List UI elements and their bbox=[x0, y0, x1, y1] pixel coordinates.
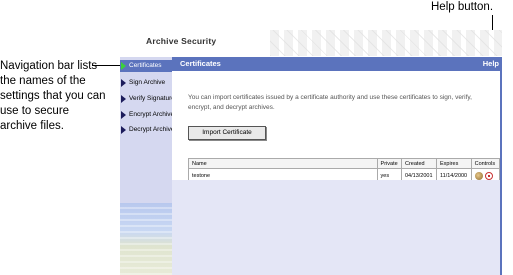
column-header-name: Name bbox=[188, 158, 378, 169]
sidebar-graphic bbox=[120, 203, 172, 275]
sidebar-item-label: Verify Signature bbox=[129, 95, 175, 102]
arrow-icon bbox=[121, 95, 126, 103]
sidebar-item-label: Certificates bbox=[129, 62, 162, 69]
description-text: You can import certificates issued by a … bbox=[188, 94, 472, 111]
callout-line: archive files. bbox=[0, 120, 64, 132]
sidebar-item-decrypt-archive[interactable]: Decrypt Archive bbox=[120, 124, 175, 136]
page-title: Certificates bbox=[180, 59, 221, 68]
callout-line: the names of the bbox=[0, 75, 86, 87]
app-window: Archive Security Certificates Sign Archi… bbox=[120, 30, 502, 275]
sidebar-item-verify-signature[interactable]: Verify Signature bbox=[120, 93, 175, 105]
header-bar: Certificates Help bbox=[172, 57, 502, 71]
arrow-icon bbox=[121, 111, 126, 119]
right-border bbox=[500, 57, 502, 275]
arrow-icon bbox=[121, 62, 126, 70]
sidebar-item-certificates[interactable]: Certificates bbox=[120, 60, 172, 72]
callout-line: use to secure bbox=[0, 105, 70, 117]
content-lower-panel bbox=[172, 180, 502, 275]
sidebar-item-sign-archive[interactable]: Sign Archive bbox=[120, 77, 172, 89]
arrow-icon bbox=[121, 126, 126, 134]
column-header-private: Private bbox=[376, 158, 403, 169]
arrow-icon bbox=[121, 79, 126, 87]
sidebar-item-label: Encrypt Archive bbox=[129, 111, 175, 118]
window-title: Archive Security bbox=[146, 36, 217, 46]
navigation-bar: Certificates Sign Archive Verify Signatu… bbox=[120, 57, 175, 275]
delete-icon[interactable] bbox=[484, 171, 493, 180]
title-bar: Archive Security bbox=[120, 30, 502, 56]
callout-line: settings that you can bbox=[0, 90, 106, 102]
callout-line: Navigation bar lists bbox=[0, 60, 98, 72]
sidebar-item-label: Sign Archive bbox=[129, 79, 166, 86]
banner-graphic bbox=[270, 30, 502, 56]
column-header-controls: Controls bbox=[470, 158, 501, 169]
help-callout: Help button. bbox=[431, 1, 494, 13]
column-header-expires: Expires bbox=[436, 158, 472, 169]
help-button[interactable]: Help bbox=[483, 59, 499, 68]
sidebar-item-label: Decrypt Archive bbox=[129, 126, 175, 133]
import-certificate-button[interactable]: Import Certificate bbox=[188, 126, 266, 140]
table-header-row: Name Private Created Expires Controls bbox=[188, 158, 501, 169]
column-header-created: Created bbox=[401, 158, 437, 169]
view-icon[interactable] bbox=[474, 171, 483, 180]
figure: Help button. Navigation bar lists the na… bbox=[0, 0, 513, 275]
navigation-callout: Navigation bar lists the names of the se… bbox=[0, 59, 118, 134]
sidebar-item-encrypt-archive[interactable]: Encrypt Archive bbox=[120, 109, 175, 121]
